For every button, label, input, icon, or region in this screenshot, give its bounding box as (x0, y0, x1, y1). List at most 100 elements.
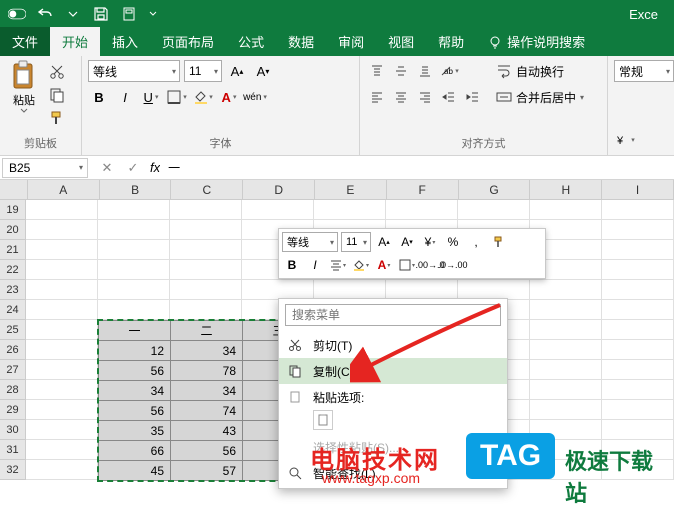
tab-insert[interactable]: 插入 (100, 27, 150, 56)
merge-center-button[interactable]: 合并后居中 ▾ (492, 86, 588, 108)
cell[interactable] (530, 280, 602, 300)
decrease-indent-button[interactable] (438, 86, 460, 108)
row-header[interactable]: 27 (0, 360, 26, 380)
align-top-button[interactable] (366, 60, 388, 82)
mini-inc-decimal[interactable]: .0→.00 (443, 255, 463, 275)
wrap-text-button[interactable]: 自动换行 (492, 60, 588, 82)
cell[interactable] (98, 260, 170, 280)
col-header[interactable]: H (530, 180, 602, 199)
cell[interactable] (530, 200, 602, 220)
mini-dec-decimal[interactable]: .00→.0 (420, 255, 440, 275)
tab-review[interactable]: 审阅 (326, 27, 376, 56)
menu-copy[interactable]: 复制(C) (279, 358, 507, 384)
cell[interactable] (98, 200, 170, 220)
col-header[interactable]: E (315, 180, 387, 199)
row-header[interactable]: 23 (0, 280, 26, 300)
cell[interactable] (530, 400, 602, 420)
tab-help[interactable]: 帮助 (426, 27, 476, 56)
tab-formulas[interactable]: 公式 (226, 27, 276, 56)
name-box[interactable]: B25▾ (2, 158, 88, 178)
cell[interactable] (170, 300, 242, 320)
mini-fill-color[interactable] (351, 255, 371, 275)
cell[interactable] (26, 360, 98, 380)
cell[interactable]: 74 (171, 401, 243, 421)
cell[interactable] (530, 300, 602, 320)
cell[interactable]: 34 (99, 381, 171, 401)
fill-color-button[interactable] (192, 86, 214, 108)
decrease-font-button[interactable]: A▾ (252, 60, 274, 82)
cell[interactable] (602, 240, 674, 260)
col-header[interactable]: A (28, 180, 100, 199)
underline-button[interactable]: U (140, 86, 162, 108)
tab-view[interactable]: 视图 (376, 27, 426, 56)
tab-page-layout[interactable]: 页面布局 (150, 27, 226, 56)
cell[interactable] (602, 280, 674, 300)
copy-button[interactable] (46, 85, 68, 105)
col-header[interactable]: D (243, 180, 315, 199)
autosave-toggle[interactable] (8, 5, 26, 23)
tab-home[interactable]: 开始 (50, 27, 100, 56)
cell[interactable]: 34 (171, 381, 243, 401)
cell[interactable] (314, 200, 386, 220)
tab-data[interactable]: 数据 (276, 27, 326, 56)
cell[interactable]: 56 (171, 441, 243, 461)
mini-decrease-font[interactable]: A▾ (397, 232, 417, 252)
cell[interactable] (170, 280, 242, 300)
col-header[interactable]: I (602, 180, 674, 199)
cell[interactable] (26, 460, 98, 480)
cell[interactable] (530, 440, 602, 460)
font-name-select[interactable]: 等线▾ (88, 60, 180, 82)
cell[interactable]: 43 (171, 421, 243, 441)
cell[interactable] (530, 380, 602, 400)
accounting-format-button[interactable]: ¥ (614, 129, 636, 151)
increase-font-button[interactable]: A▴ (226, 60, 248, 82)
formula-input[interactable] (160, 158, 674, 178)
row-header[interactable]: 32 (0, 460, 26, 480)
bold-button[interactable]: B (88, 86, 110, 108)
format-painter-button[interactable] (46, 108, 68, 128)
cell[interactable] (98, 220, 170, 240)
mini-bold[interactable]: B (282, 255, 302, 275)
cell[interactable] (26, 420, 98, 440)
col-header[interactable]: F (387, 180, 459, 199)
cell[interactable] (170, 260, 242, 280)
mini-increase-font[interactable]: A▴ (374, 232, 394, 252)
row-header[interactable]: 31 (0, 440, 26, 460)
cell[interactable] (602, 420, 674, 440)
cell[interactable] (26, 440, 98, 460)
cell[interactable] (530, 320, 602, 340)
align-middle-button[interactable] (390, 60, 412, 82)
cell[interactable] (602, 220, 674, 240)
row-header[interactable]: 29 (0, 400, 26, 420)
cell[interactable] (98, 300, 170, 320)
cell[interactable]: 35 (99, 421, 171, 441)
row-header[interactable]: 19 (0, 200, 26, 220)
italic-button[interactable]: I (114, 86, 136, 108)
cut-button[interactable] (46, 62, 68, 82)
cell[interactable] (242, 200, 314, 220)
cell[interactable] (26, 260, 98, 280)
redo-button[interactable] (64, 5, 82, 23)
tab-file[interactable]: 文件 (0, 27, 50, 56)
cell[interactable] (26, 400, 98, 420)
align-bottom-button[interactable] (414, 60, 436, 82)
cell[interactable] (242, 280, 314, 300)
align-left-button[interactable] (366, 86, 388, 108)
row-header[interactable]: 28 (0, 380, 26, 400)
cell[interactable] (458, 280, 530, 300)
cell[interactable] (26, 340, 98, 360)
row-header[interactable]: 25 (0, 320, 26, 340)
cell[interactable]: 34 (171, 341, 243, 361)
mini-italic[interactable]: I (305, 255, 325, 275)
cell[interactable] (26, 200, 98, 220)
cell[interactable] (530, 460, 602, 480)
col-header[interactable]: B (100, 180, 172, 199)
qat-customize[interactable] (148, 5, 158, 23)
cell[interactable] (26, 300, 98, 320)
align-right-button[interactable] (414, 86, 436, 108)
cell[interactable] (602, 380, 674, 400)
fx-icon[interactable]: fx (150, 160, 160, 175)
mini-align[interactable] (328, 255, 348, 275)
mini-currency[interactable]: ¥ (420, 232, 440, 252)
select-all-corner[interactable] (0, 180, 28, 199)
